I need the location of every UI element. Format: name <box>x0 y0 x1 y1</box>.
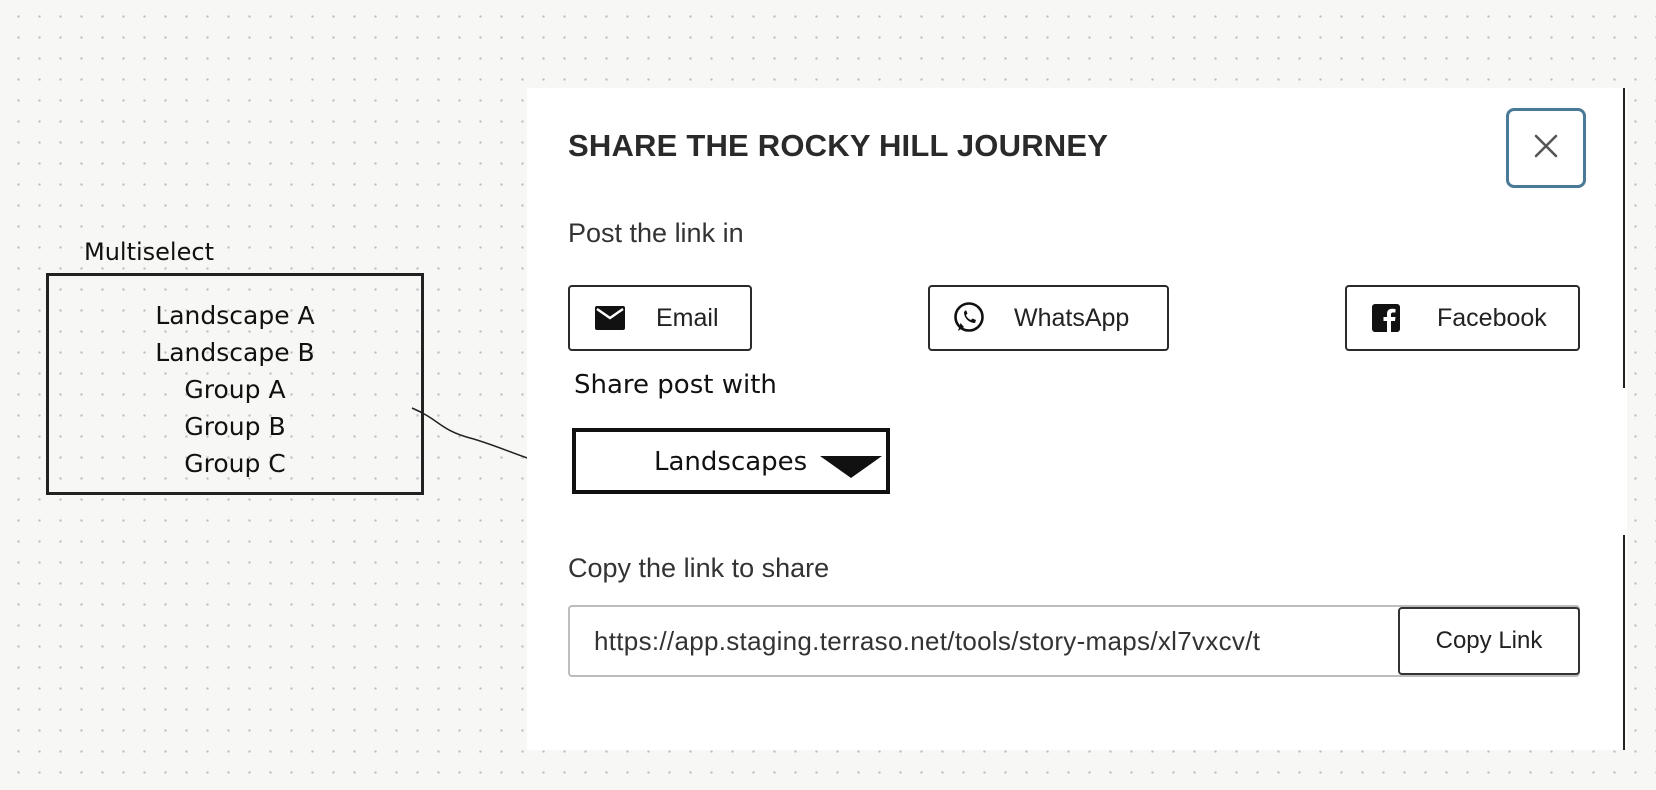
dialog-edge-line-bottom <box>1623 535 1625 750</box>
email-share-label: Email <box>656 303 719 332</box>
dialog-title: SHARE THE ROCKY HILL JOURNEY <box>568 128 1109 163</box>
multiselect-option: Landscape A <box>155 301 315 330</box>
post-link-label: Post the link in <box>568 218 744 248</box>
share-with-label: Share post with <box>574 370 777 400</box>
multiselect-option: Landscape B <box>155 338 315 367</box>
whatsapp-share-label: WhatsApp <box>1014 303 1130 332</box>
dialog-edge-line-top <box>1623 88 1625 388</box>
facebook-icon <box>1371 303 1401 333</box>
whatsapp-icon <box>952 301 986 335</box>
multiselect-annotation-title: Multiselect <box>84 238 214 266</box>
multiselect-option: Group C <box>184 449 286 478</box>
close-button[interactable] <box>1506 108 1586 188</box>
multiselect-option: Group B <box>184 412 286 441</box>
share-with-selected-value: Landscapes <box>654 447 808 477</box>
facebook-share-button[interactable]: Facebook <box>1345 285 1580 351</box>
share-link-field: Copy Link <box>568 605 1580 677</box>
whatsapp-share-button[interactable]: WhatsApp <box>928 285 1169 351</box>
copy-link-button[interactable]: Copy Link <box>1398 607 1580 675</box>
copy-link-label: Copy the link to share <box>568 553 830 583</box>
share-link-input[interactable] <box>594 607 1364 675</box>
multiselect-options-box: Landscape A Landscape B Group A Group B … <box>46 273 424 495</box>
email-share-button[interactable]: Email <box>568 285 752 351</box>
caret-down-icon <box>820 456 882 485</box>
email-icon <box>594 305 626 331</box>
facebook-share-label: Facebook <box>1437 303 1547 332</box>
multiselect-option: Group A <box>184 375 286 404</box>
share-with-dropdown[interactable]: Landscapes <box>572 428 890 494</box>
close-icon <box>1533 133 1559 164</box>
